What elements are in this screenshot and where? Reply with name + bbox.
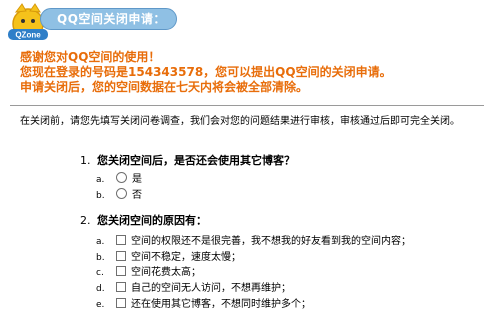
question-2-number: 2. [80,214,91,227]
divider [10,105,484,106]
q2-option-a-letter: a. [96,237,105,247]
notice-line-2-prefix: 您现在登录的号码是 [20,65,129,79]
notice-block: 感谢您对QQ空间的使用！ 您现在登录的号码是154343578，您可以提出QQ空… [20,50,392,95]
notice-line-1: 感谢您对QQ空间的使用！ [20,50,161,64]
q2-option-a-checkbox[interactable] [116,235,126,245]
q2-option-e-label: 还在使用其它博客，不想同时维护多个； [131,299,311,310]
q2-option-e-letter: e. [96,300,105,310]
q2-option-d-checkbox[interactable] [116,282,126,292]
q1-option-a-letter: a. [96,175,105,185]
q1-option-b[interactable]: b. 否 [96,188,142,203]
q1-option-a-label: 是 [132,174,142,185]
q1-option-a[interactable]: a. 是 [96,172,142,187]
q1-option-b-letter: b. [96,191,105,201]
q1-option-b-radio[interactable] [116,188,127,199]
q1-option-b-label: 否 [132,190,142,201]
q2-option-e[interactable]: e. 还在使用其它博客，不想同时维护多个； [96,298,311,312]
question-2: 2. 您关闭空间的原因有： [80,214,207,228]
logo-text: QZone [15,31,41,40]
question-1-text: 您关闭空间后，是否还会使用其它博客？ [97,154,295,167]
q2-option-c[interactable]: c. 空间花费太高； [96,266,201,280]
q2-option-b-letter: b. [96,253,105,263]
notice-line-2-suffix: ，您可以提出QQ空间的关闭申请。 [203,65,392,79]
intro-text: 在关闭前，请您先填写关闭问卷调查，我们会对您的问题结果进行审核，审核通过后即可完… [20,116,460,127]
q2-option-b-checkbox[interactable] [116,251,126,261]
q2-option-c-letter: c. [96,268,104,278]
q2-option-d-letter: d. [96,284,105,294]
notice-line-3: 申请关闭后，您的空间数据在七天内将会被全部清除。 [20,80,309,94]
q2-option-d-label: 自己的空间无人访问，不想再维护； [131,283,291,294]
qq-number: 154343578 [128,65,204,79]
question-1-number: 1. [80,154,91,167]
header: QZone QQ空间关闭申请： [0,0,500,46]
q2-option-c-label: 空间花费太高； [131,267,201,278]
q2-option-e-checkbox[interactable] [116,298,126,308]
q2-option-a[interactable]: a. 空间的权限还不是很完善，我不想我的好友看到我的空间内容； [96,235,411,249]
question-1: 1. 您关闭空间后，是否还会使用其它博客？ [80,154,295,168]
q2-option-d[interactable]: d. 自己的空间无人访问，不想再维护； [96,282,291,296]
q2-option-a-label: 空间的权限还不是很完善，我不想我的好友看到我的空间内容； [131,236,411,247]
page-title: QQ空间关闭申请： [40,8,177,30]
question-2-text: 您关闭空间的原因有： [97,214,207,227]
q2-option-b-label: 空间不稳定，速度太慢； [131,252,241,263]
q2-option-c-checkbox[interactable] [116,266,126,276]
q2-option-b[interactable]: b. 空间不稳定，速度太慢； [96,251,241,265]
q1-option-a-radio[interactable] [116,172,127,183]
notice-line-2: 您现在登录的号码是154343578，您可以提出QQ空间的关闭申请。 [20,65,392,80]
